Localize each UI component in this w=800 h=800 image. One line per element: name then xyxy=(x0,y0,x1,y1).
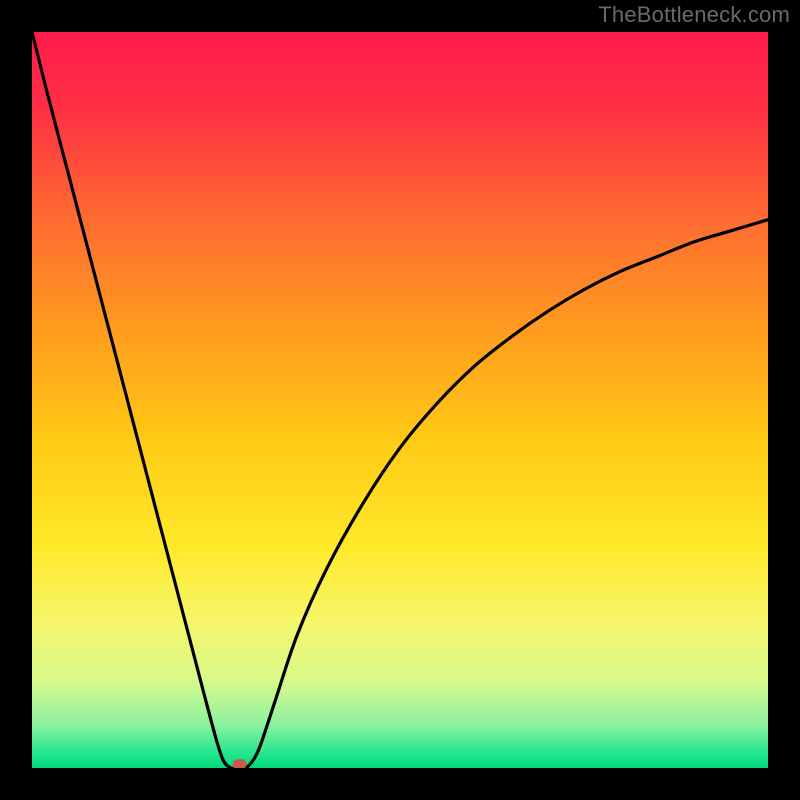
watermark-text: TheBottleneck.com xyxy=(598,2,790,28)
chart-frame: TheBottleneck.com xyxy=(0,0,800,800)
plot-area xyxy=(32,32,768,768)
chart-svg xyxy=(32,32,768,768)
gradient-background xyxy=(32,32,768,768)
